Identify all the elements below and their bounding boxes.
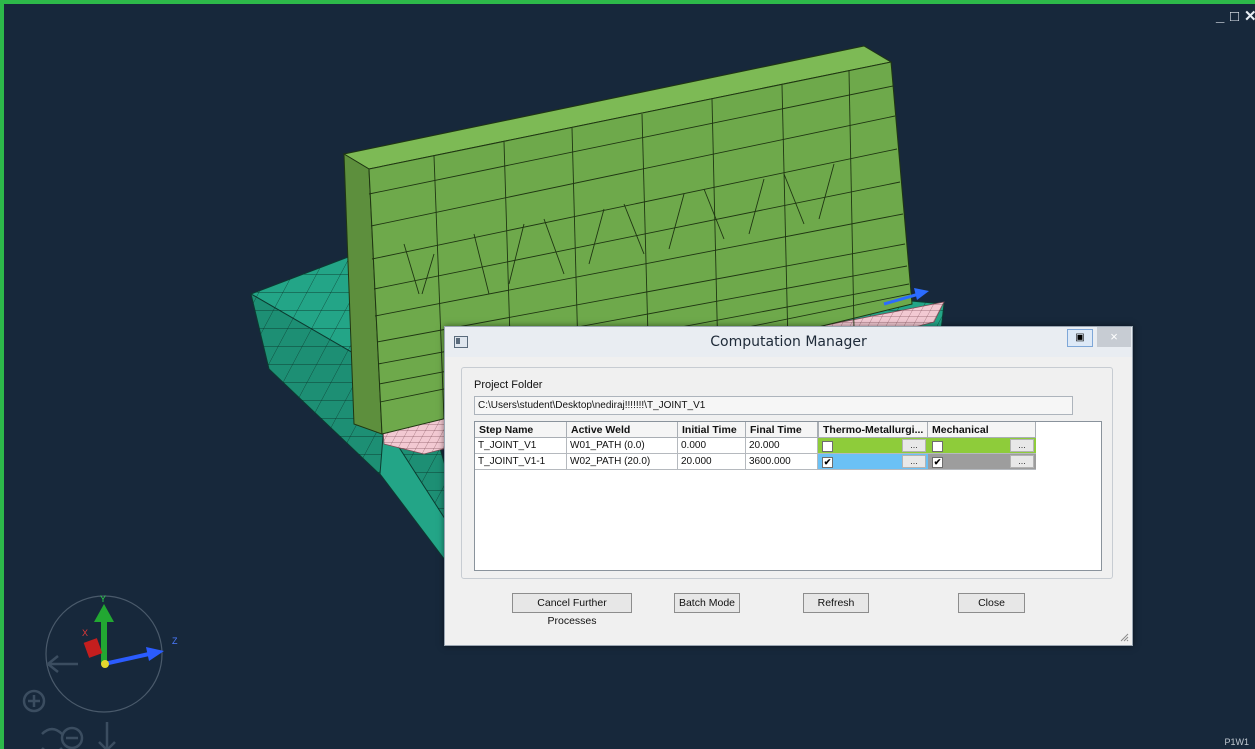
column-header-initial-time[interactable]: Initial Time — [678, 422, 746, 438]
cell-thermo[interactable]: ... — [818, 438, 928, 454]
cell-final-time: 3600.000 — [746, 454, 818, 470]
batch-mode-button[interactable]: Batch Mode — [674, 593, 740, 613]
minimize-icon[interactable]: _ — [1216, 9, 1224, 24]
restore-icon[interactable]: ▣ — [1067, 329, 1093, 347]
computation-manager-dialog: Computation Manager ▣ × Project Folder C… — [444, 326, 1133, 646]
viewport-corner-label: P1W1 — [1224, 737, 1249, 747]
close-button[interactable]: Close — [958, 593, 1025, 613]
mechanical-options-button[interactable]: ... — [1010, 455, 1034, 468]
cell-mechanical[interactable]: ... — [928, 438, 1036, 454]
refresh-button[interactable]: Refresh — [803, 593, 869, 613]
column-header-active-weld[interactable]: Active Weld — [567, 422, 678, 438]
axis-triad[interactable]: Y X Z — [45, 594, 178, 713]
axis-z-label: Z — [172, 636, 178, 646]
cell-thermo[interactable]: ✔ ... — [818, 454, 928, 470]
thermo-options-button[interactable]: ... — [902, 455, 926, 468]
mechanical-checkbox[interactable]: ✔ — [932, 457, 943, 468]
cell-step-name: T_JOINT_V1 — [475, 438, 567, 454]
axis-x-label: X — [82, 628, 88, 638]
dialog-close-icon[interactable]: × — [1097, 327, 1131, 347]
navigation-controls[interactable] — [22, 655, 116, 749]
resize-grip-icon[interactable] — [1119, 632, 1129, 642]
column-header-final-time[interactable]: Final Time — [746, 422, 818, 438]
project-folder-field[interactable]: C:\Users\student\Desktop\nediraj!!!!!!!\… — [474, 396, 1073, 415]
mechanical-checkbox[interactable] — [932, 441, 943, 452]
column-header-step-name[interactable]: Step Name — [475, 422, 567, 438]
close-icon[interactable]: ✕ — [1244, 9, 1255, 24]
thermo-options-button[interactable]: ... — [902, 439, 926, 452]
dialog-titlebar[interactable]: Computation Manager ▣ × — [445, 327, 1132, 357]
cell-step-name: T_JOINT_V1-1 — [475, 454, 567, 470]
dialog-title: Computation Manager — [710, 334, 867, 350]
cell-initial-time: 20.000 — [678, 454, 746, 470]
axis-y-label: Y — [100, 594, 106, 604]
rotate-icon — [41, 727, 63, 749]
thermo-checkbox[interactable] — [822, 441, 833, 452]
cancel-further-processes-button[interactable]: Cancel Further Processes — [512, 593, 632, 627]
thermo-checkbox[interactable]: ✔ — [822, 457, 833, 468]
maximize-icon[interactable]: □ — [1230, 9, 1239, 24]
steps-grid[interactable]: Step Name Active Weld Initial Time Final… — [474, 421, 1102, 571]
cell-mechanical[interactable]: ✔ ... — [928, 454, 1036, 470]
project-folder-label: Project Folder — [474, 379, 543, 391]
column-header-thermo-metallurgical[interactable]: Thermo-Metallurgi... — [818, 422, 928, 438]
project-group-box: Project Folder C:\Users\student\Desktop\… — [461, 367, 1113, 579]
pan-down-icon — [98, 722, 116, 749]
cell-final-time: 20.000 — [746, 438, 818, 454]
cell-active-weld: W02_PATH (20.0) — [567, 454, 678, 470]
mechanical-options-button[interactable]: ... — [1010, 439, 1034, 452]
column-header-mechanical[interactable]: Mechanical — [928, 422, 1036, 438]
cell-active-weld: W01_PATH (0.0) — [567, 438, 678, 454]
pan-left-icon — [47, 655, 78, 673]
cell-initial-time: 0.000 — [678, 438, 746, 454]
